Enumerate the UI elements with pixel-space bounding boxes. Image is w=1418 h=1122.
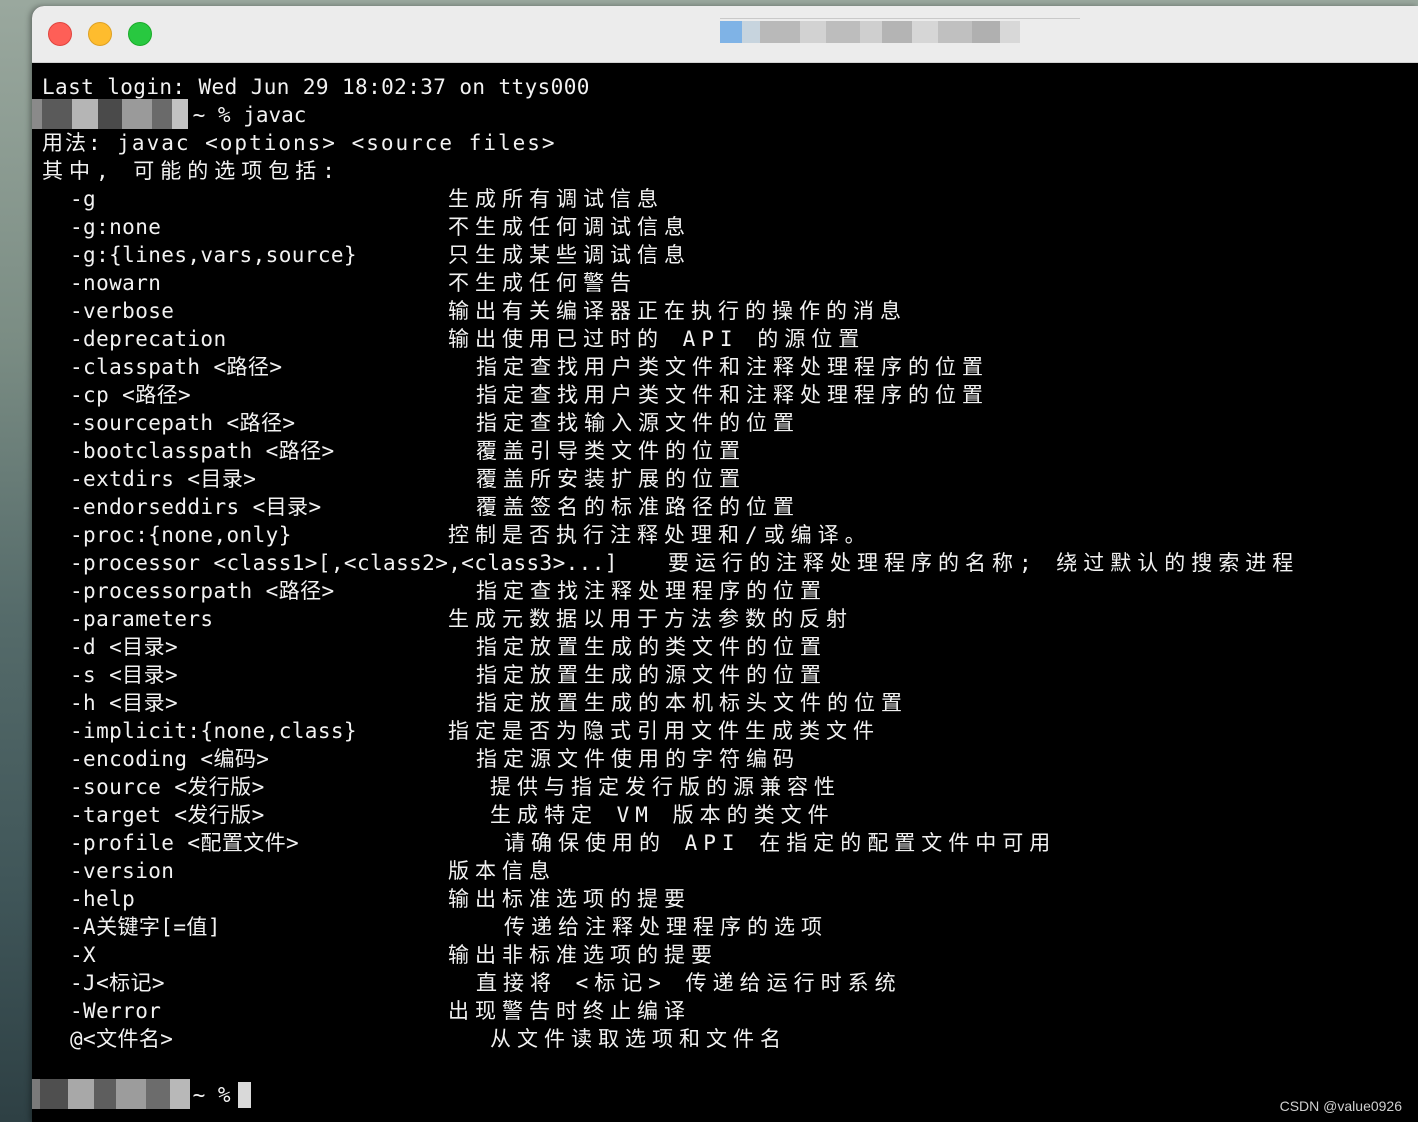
option-flag: -J<标记> xyxy=(70,971,165,995)
option-flag: -sourcepath <路径> xyxy=(70,411,296,435)
redacted-hostname-2 xyxy=(32,1079,190,1109)
option-flag: -classpath <路径> xyxy=(70,355,283,379)
option-description: 输出有关编译器正在执行的操作的消息 xyxy=(448,299,907,323)
option-description: 不生成任何调试信息 xyxy=(448,215,691,239)
option-flag: -A关键字[=值] xyxy=(70,915,221,939)
option-description: 版本信息 xyxy=(448,859,556,883)
option-description: 覆盖引导类文件的位置 xyxy=(476,439,746,463)
option-flag: -implicit:{none,class} xyxy=(70,719,357,743)
text-cursor xyxy=(238,1082,251,1108)
option-description: 直接将 <标记> 传递给运行时系统 xyxy=(476,971,902,995)
option-flag: -s <目录> xyxy=(70,663,179,687)
option-flag: -bootclasspath <路径> xyxy=(70,439,335,463)
option-description: 控制是否执行注释处理和/或编译。 xyxy=(448,523,872,547)
option-description: 指定放置生成的源文件的位置 xyxy=(476,663,827,687)
option-description: 要运行的注释处理程序的名称; 绕过默认的搜索进程 xyxy=(668,551,1300,575)
terminal-output[interactable]: Last login: Wed Jun 29 18:02:37 on ttys0… xyxy=(32,63,1418,1122)
option-description: 覆盖所安装扩展的位置 xyxy=(476,467,746,491)
zoom-icon[interactable] xyxy=(128,22,152,46)
option-flag: -parameters xyxy=(70,607,214,631)
option-flag: -processor <class1>[,<class2>,<class3>..… xyxy=(70,551,618,575)
option-description: 输出使用已过时的 API 的源位置 xyxy=(448,327,866,351)
option-description: 生成特定 VM 版本的类文件 xyxy=(490,803,835,827)
option-description: 请确保使用的 API 在指定的配置文件中可用 xyxy=(504,831,1057,855)
window-titlebar[interactable] xyxy=(32,6,1418,63)
option-flag: -help xyxy=(70,887,136,911)
option-description: 输出标准选项的提要 xyxy=(448,887,691,911)
option-description: 覆盖签名的标准路径的位置 xyxy=(476,495,800,519)
intro-line: 其中, 可能的选项包括: xyxy=(42,159,341,183)
minimize-icon[interactable] xyxy=(88,22,112,46)
option-flag: -g xyxy=(70,187,97,211)
option-flag: -extdirs <目录> xyxy=(70,467,257,491)
option-flag: -g:none xyxy=(70,215,162,239)
option-flag: -processorpath <路径> xyxy=(70,579,335,603)
option-flag: -X xyxy=(70,943,97,967)
window-title-redacted xyxy=(720,18,1080,45)
option-description: 指定放置生成的类文件的位置 xyxy=(476,635,827,659)
option-flag: -h <目录> xyxy=(70,691,179,715)
option-flag: -target <发行版> xyxy=(70,803,265,827)
watermark: CSDN @value0926 xyxy=(1279,1098,1402,1114)
option-flag: -profile <配置文件> xyxy=(70,831,300,855)
option-description: 指定查找用户类文件和注释处理程序的位置 xyxy=(476,383,989,407)
option-flag: -proc:{none,only} xyxy=(70,523,292,547)
option-description: 输出非标准选项的提要 xyxy=(448,943,718,967)
first-prompt: ~ % javac xyxy=(180,103,307,127)
option-description: 指定查找用户类文件和注释处理程序的位置 xyxy=(476,355,989,379)
option-description: 生成所有调试信息 xyxy=(448,187,664,211)
option-flag: -Werror xyxy=(70,999,162,1023)
option-description: 从文件读取选项和文件名 xyxy=(490,1027,787,1051)
option-description: 不生成任何警告 xyxy=(448,271,637,295)
close-icon[interactable] xyxy=(48,22,72,46)
option-flag: -d <目录> xyxy=(70,635,179,659)
final-prompt: ~ % xyxy=(180,1083,244,1107)
option-flag: -nowarn xyxy=(70,271,162,295)
option-flag: -endorseddirs <目录> xyxy=(70,495,322,519)
option-flag: -version xyxy=(70,859,175,883)
option-flag: -deprecation xyxy=(70,327,227,351)
option-description: 指定查找注释处理程序的位置 xyxy=(476,579,827,603)
option-flag: -cp <路径> xyxy=(70,383,192,407)
option-description: 生成元数据以用于方法参数的反射 xyxy=(448,607,853,631)
option-flag: -encoding <编码> xyxy=(70,747,270,771)
option-description: 指定是否为隐式引用文件生成类文件 xyxy=(448,719,880,743)
option-flag: -g:{lines,vars,source} xyxy=(70,243,357,267)
option-description: 指定查找输入源文件的位置 xyxy=(476,411,800,435)
option-flag: -source <发行版> xyxy=(70,775,265,799)
option-description: 传递给注释处理程序的选项 xyxy=(504,915,828,939)
usage-line: 用法: javac <options> <source files> xyxy=(42,131,557,155)
option-description: 只生成某些调试信息 xyxy=(448,243,691,267)
terminal-window: Last login: Wed Jun 29 18:02:37 on ttys0… xyxy=(32,6,1418,1122)
option-flag: -verbose xyxy=(70,299,175,323)
option-flag: @<文件名> xyxy=(70,1027,174,1051)
option-description: 提供与指定发行版的源兼容性 xyxy=(490,775,841,799)
option-description: 指定源文件使用的字符编码 xyxy=(476,747,800,771)
option-description: 出现警告时终止编译 xyxy=(448,999,691,1023)
last-login-line: Last login: Wed Jun 29 18:02:37 on ttys0… xyxy=(42,75,590,99)
redacted-hostname xyxy=(32,99,188,129)
option-description: 指定放置生成的本机标头文件的位置 xyxy=(476,691,908,715)
